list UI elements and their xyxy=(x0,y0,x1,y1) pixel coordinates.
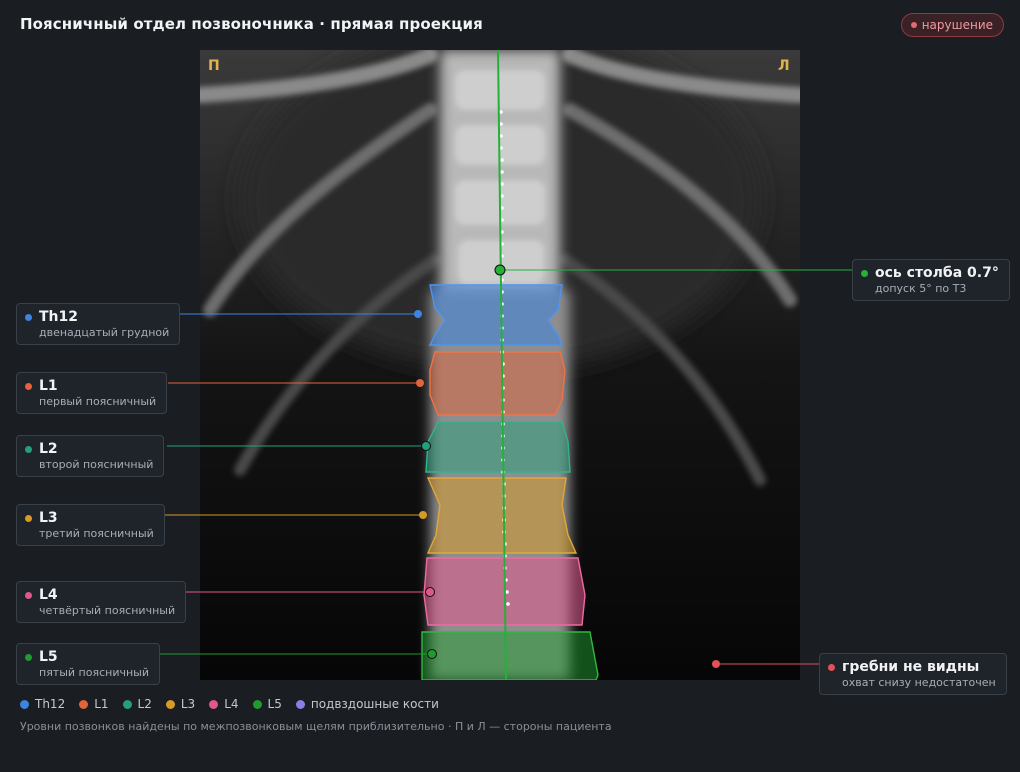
axis-dot-icon xyxy=(861,270,868,277)
side-marker-right: П xyxy=(208,58,220,74)
callout-label: L5 xyxy=(39,649,58,665)
page-title: Поясничный отдел позвоночника · прямая п… xyxy=(20,15,483,33)
callout-th12[interactable]: Th12 двенадцатый грудной xyxy=(16,303,181,345)
xray-image[interactable] xyxy=(200,50,800,680)
callout-sub: второй поясничный xyxy=(39,458,154,471)
callout-sub: охват снизу недостаточен xyxy=(842,676,996,689)
legend-dot-icon xyxy=(252,699,262,709)
crests-dot-icon xyxy=(828,664,835,671)
callout-sub: четвёртый поясничный xyxy=(39,604,176,617)
legend-dot-icon xyxy=(122,699,132,709)
callout-label: L2 xyxy=(39,441,58,457)
legend-label: Th12 xyxy=(35,697,66,711)
l4-dot-icon xyxy=(25,592,32,599)
callout-label: гребни не видны xyxy=(842,659,980,675)
l2-dot-icon xyxy=(25,446,32,453)
footnote: Уровни позвонков найдены по межпозвонков… xyxy=(20,720,612,733)
callout-sub: первый поясничный xyxy=(39,395,157,408)
legend-label: L1 xyxy=(94,697,109,711)
side-marker-left: Л xyxy=(778,58,790,74)
callout-label: L1 xyxy=(39,378,58,394)
legend-label: L3 xyxy=(180,697,196,711)
legend-item-l3[interactable]: L3 xyxy=(165,697,196,711)
legend-dot-icon xyxy=(295,699,305,709)
legend-item-l2[interactable]: L2 xyxy=(122,697,152,711)
callout-l3[interactable]: L3 третий поясничный xyxy=(16,504,165,546)
l5-dot-icon xyxy=(25,654,32,661)
callout-l4[interactable]: L4 четвёртый поясничный xyxy=(16,581,187,623)
xray-picture xyxy=(200,50,800,680)
callout-label: Th12 xyxy=(39,309,78,325)
legend-item-th12[interactable]: Th12 xyxy=(20,697,65,711)
callout-l1[interactable]: L1 первый поясничный xyxy=(16,372,168,414)
l1-dot-icon xyxy=(25,383,32,390)
status-badge-label: нарушение xyxy=(921,18,993,32)
callout-sub: третий поясничный xyxy=(39,527,154,540)
legend-dot-icon xyxy=(165,699,175,709)
callout-sub: допуск 5° по Т3 xyxy=(875,282,967,295)
callout-sub: пятый поясничный xyxy=(39,666,149,679)
legend-label: L4 xyxy=(224,697,239,711)
callout-sub: двенадцатый грудной xyxy=(39,326,170,339)
status-badge: нарушение xyxy=(900,13,1004,37)
legend-label: подвздошные кости xyxy=(310,697,439,711)
legend-item-l4[interactable]: L4 xyxy=(209,697,239,711)
legend-label: L5 xyxy=(267,697,282,711)
callout-l2[interactable]: L2 второй поясничный xyxy=(16,435,165,477)
legend-label: L2 xyxy=(137,697,152,711)
callout-label: ось столба 0.7° xyxy=(875,265,999,281)
callout-spine-axis[interactable]: ось столба 0.7° допуск 5° по Т3 xyxy=(852,259,1010,301)
legend-dot-icon xyxy=(20,699,29,709)
l3-dot-icon xyxy=(25,515,32,522)
callout-l5[interactable]: L5 пятый поясничный xyxy=(16,643,160,685)
legend-item-l5[interactable]: L5 xyxy=(252,697,282,711)
callout-iliac-crests[interactable]: гребни не видны охват снизу недостаточен xyxy=(819,653,1007,695)
callout-label: L4 xyxy=(39,587,58,603)
legend-item-iliac[interactable]: подвздошные кости xyxy=(295,697,439,711)
legend-dot-icon xyxy=(209,699,219,709)
status-dot-icon xyxy=(910,22,917,28)
callout-label: L3 xyxy=(39,510,58,526)
th12-dot-icon xyxy=(25,314,32,321)
legend-dot-icon xyxy=(79,699,89,709)
legend-item-l1[interactable]: L1 xyxy=(79,697,109,711)
legend: Th12 L1 L2 L3 L4 L5 подвздошные кости xyxy=(20,697,439,711)
